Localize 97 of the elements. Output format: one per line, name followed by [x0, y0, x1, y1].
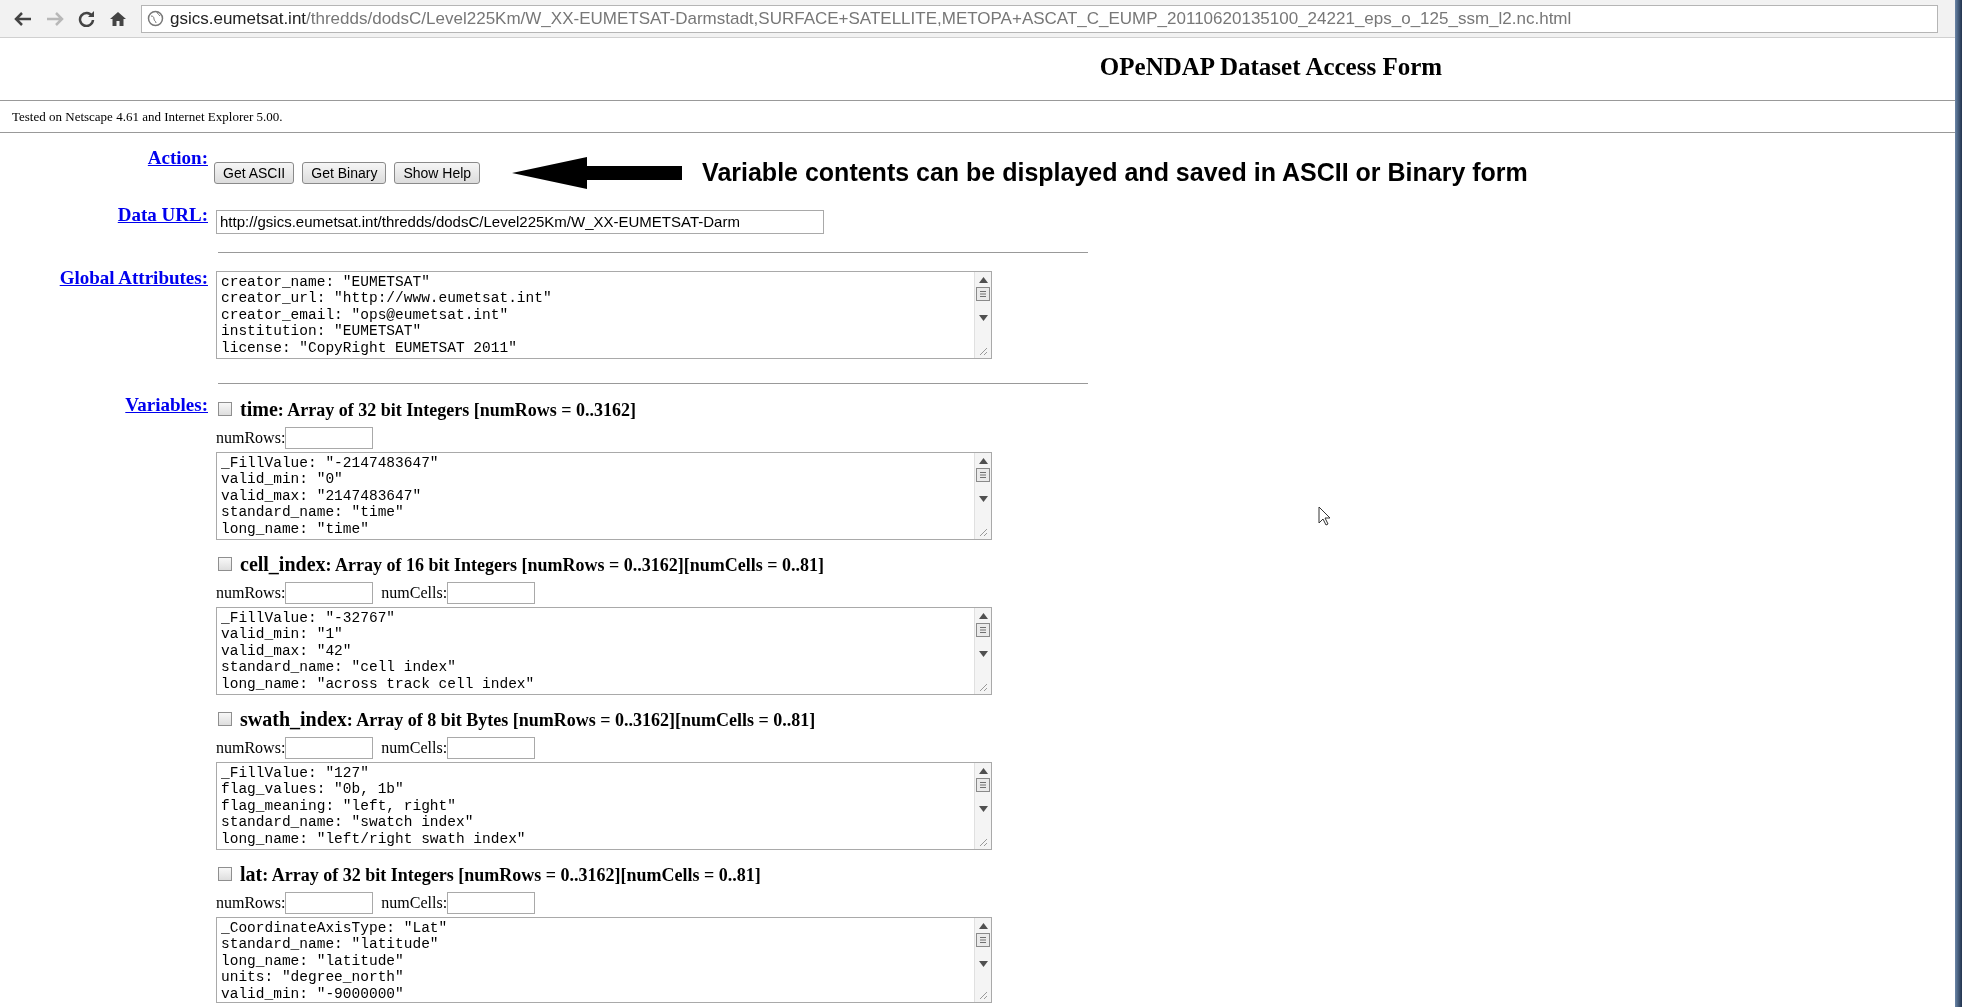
section-link[interactable]: Data URL:	[117, 203, 208, 226]
attribute-line: valid_max: "2147483647"	[221, 487, 423, 504]
attribute-line: valid_max: "42"	[221, 642, 353, 659]
attribute-line: _FillValue: "-32767"	[221, 609, 397, 626]
variable-checkbox[interactable]	[218, 556, 232, 571]
attribute-line: standard_name: "cell index"	[221, 659, 457, 676]
scrollbar[interactable]	[974, 452, 991, 539]
resize-grip-icon[interactable]	[979, 346, 988, 356]
attributes-textarea[interactable]: _FillValue: "-32767" valid_min: "1" valid_max: "42" standard_name: "cell index" long_name: "across track cell index"	[216, 606, 992, 695]
attribute-line: _FillValue: "127"	[221, 764, 370, 781]
form-button[interactable]: Show Help	[394, 161, 481, 184]
scroll-down-icon[interactable]	[978, 650, 988, 657]
scroll-down-icon[interactable]	[978, 960, 988, 967]
attribute-line: long_name: "left/right swath index"	[221, 830, 527, 847]
attribute-line: flag_values: "0b, 1b"	[221, 781, 405, 798]
section-link[interactable]: Global Attributes:	[59, 266, 208, 289]
form-button[interactable]: Get Binary	[302, 161, 387, 184]
scroll-down-icon[interactable]	[978, 314, 988, 321]
resize-grip-icon[interactable]	[979, 682, 988, 692]
scroll-up-icon[interactable]	[978, 276, 988, 283]
scroll-thumb-icon[interactable]	[976, 932, 990, 947]
data-url-field[interactable]: http://gsics.eumetsat.int/thredds/dodsC/Level225Km/W_XX-EUMETSAT-Darm	[216, 209, 824, 234]
field-label: numCells:	[381, 737, 448, 758]
dimension-field[interactable]	[285, 891, 374, 914]
attribute-line: standard_name: "swatch index"	[221, 814, 475, 831]
attribute-line: _CoordinateAxisType: "Lat"	[221, 919, 449, 936]
attribute-line: valid_min: "1"	[221, 626, 344, 643]
variable-title: time: Array of 32 bit Integers [numRows = 0..3162]	[240, 396, 636, 422]
variable-title: swath_index: Array of 8 bit Bytes [numRows = 0..3162][numCells = 0..81]	[240, 706, 816, 732]
attribute-line: creator_name: "EUMETSAT"	[221, 273, 431, 290]
attribute-line: units: "degree_north"	[221, 969, 405, 986]
scroll-up-icon[interactable]	[978, 922, 988, 929]
attribute-line: long_name: "time"	[221, 520, 370, 537]
attribute-line: valid_min: "-9000000"	[221, 985, 405, 1002]
field-label: numCells:	[381, 582, 448, 603]
scroll-up-icon[interactable]	[978, 767, 988, 774]
attribute-line: standard_name: "latitude"	[221, 936, 440, 953]
reload-icon[interactable]	[78, 10, 95, 27]
attributes-textarea[interactable]: _CoordinateAxisType: "Lat" standard_name: "latitude" long_name: "latitude" units: "degree_north" valid_min: "-9000000"	[216, 916, 992, 1003]
attributes-textarea[interactable]: _FillValue: "127" flag_values: "0b, 1b" flag_meaning: "left, right" standard_name: "swatch index" long_name: "left/right swath index"	[216, 761, 992, 850]
scroll-thumb-icon[interactable]	[976, 622, 990, 637]
field-label: numCells:	[381, 892, 448, 913]
scrollbar[interactable]	[974, 762, 991, 849]
scroll-up-icon[interactable]	[978, 457, 988, 464]
dimension-field[interactable]	[285, 581, 374, 604]
field-label: numRows:	[216, 582, 286, 603]
dimension-field[interactable]	[285, 426, 374, 449]
scroll-down-icon[interactable]	[978, 805, 988, 812]
field-label: numRows:	[216, 892, 286, 913]
scroll-thumb-icon[interactable]	[976, 467, 990, 482]
mouse-cursor-icon	[1318, 506, 1332, 526]
scroll-thumb-icon[interactable]	[976, 286, 990, 301]
variable-checkbox[interactable]	[218, 711, 232, 726]
globe-icon	[147, 10, 164, 27]
attribute-line: long_name: "across track cell index"	[221, 675, 536, 692]
field-label: numRows:	[216, 737, 286, 758]
section-link[interactable]: Action:	[147, 147, 208, 169]
url-host: gsics.eumetsat.int	[170, 7, 307, 30]
variable-title: lat: Array of 32 bit Integers [numRows = 0..3162][numCells = 0..81]	[240, 861, 761, 887]
attribute-line: institution: "EUMETSAT"	[221, 323, 423, 340]
variable-checkbox[interactable]	[218, 401, 232, 416]
page-title: OPeNDAP Dataset Access Form	[1099, 52, 1443, 82]
arrow-icon	[512, 155, 683, 190]
tested-note: Tested on Netscape 4.61 and Internet Explorer 5.00.	[11, 107, 284, 126]
callout-text: Variable contents can be displayed and saved in ASCII or Binary form	[702, 157, 1528, 188]
attribute-line: license: "CopyRight EUMETSAT 2011"	[221, 339, 518, 356]
dimension-field[interactable]	[285, 736, 374, 759]
resize-grip-icon[interactable]	[979, 990, 988, 1000]
scrollbar[interactable]	[974, 607, 991, 694]
scrollbar[interactable]	[974, 917, 991, 1002]
attributes-textarea[interactable]: creator_name: "EUMETSAT" creator_url: "http://www.eumetsat.int" creator_email: "ops@eumetsat.int" institution: "EUMETSAT" license: "CopyRight EUMETSAT 2011"	[216, 270, 992, 359]
scroll-thumb-icon[interactable]	[976, 777, 990, 792]
back-icon[interactable]	[14, 10, 32, 27]
field-label: numRows:	[216, 427, 286, 448]
attribute-line: flag_meaning: "left, right"	[221, 797, 457, 814]
attribute-line: standard_name: "time"	[221, 504, 405, 521]
dimension-field[interactable]	[447, 581, 536, 604]
resize-grip-icon[interactable]	[979, 527, 988, 537]
dimension-field[interactable]	[447, 736, 536, 759]
attribute-line: creator_url: "http://www.eumetsat.int"	[221, 290, 553, 307]
resize-grip-icon[interactable]	[979, 837, 988, 847]
attributes-textarea[interactable]: _FillValue: "-2147483647" valid_min: "0" valid_max: "2147483647" standard_name: "time" long_name: "time"	[216, 451, 992, 540]
variable-checkbox[interactable]	[218, 866, 232, 881]
form-button[interactable]: Get ASCII	[214, 161, 295, 184]
attribute-line: long_name: "latitude"	[221, 952, 405, 969]
attribute-line: creator_email: "ops@eumetsat.int"	[221, 306, 510, 323]
scroll-up-icon[interactable]	[978, 612, 988, 619]
dimension-field[interactable]	[447, 891, 536, 914]
section-link[interactable]: Variables:	[125, 393, 208, 416]
home-icon[interactable]	[109, 10, 127, 27]
address-bar[interactable]: gsics.eumetsat.int/thredds/dodsC/Level225Km/W_XX-EUMETSAT-Darmstadt,SURFACE+SATELLITE,METOPA+ASCAT_C_EUMP_20110620135100_24221_eps_o_125_ssm_l2.nc.html	[141, 4, 1938, 33]
variable-title: cell_index: Array of 16 bit Integers [numRows = 0..3162][numCells = 0..81]	[240, 551, 825, 577]
attribute-line: valid_min: "0"	[221, 471, 344, 488]
scroll-down-icon[interactable]	[978, 495, 988, 502]
attribute-line: _FillValue: "-2147483647"	[221, 454, 440, 471]
scrollbar[interactable]	[974, 271, 991, 358]
url-path: /thredds/dodsC/Level225Km/W_XX-EUMETSAT-Darmstadt,SURFACE+SATELLITE,METOPA+ASCAT_C_EUMP_20110620135100_24221_eps_o_125_ssm_l2.nc.html	[306, 7, 1572, 30]
